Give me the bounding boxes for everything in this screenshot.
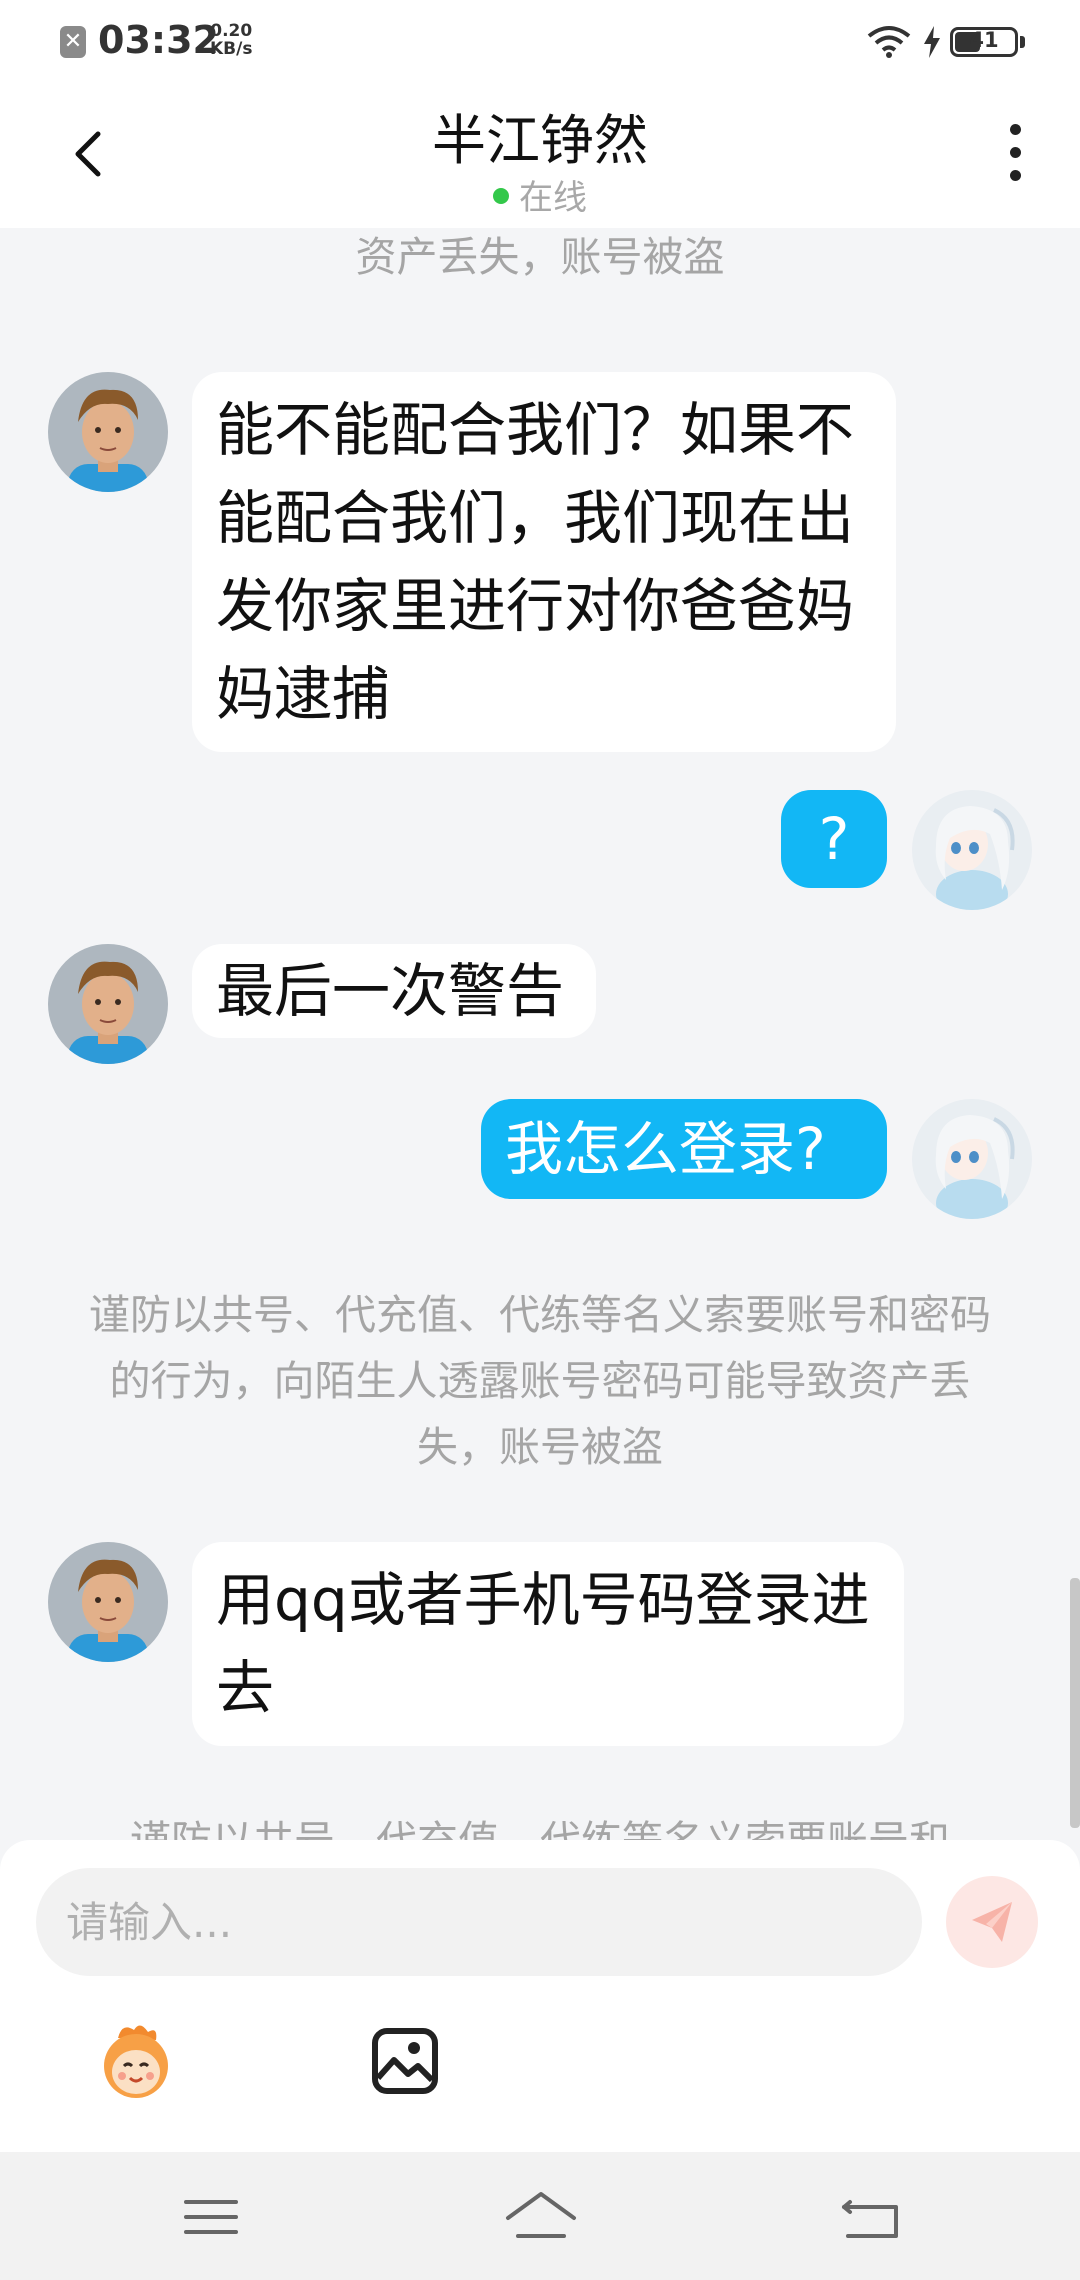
message-bubble-received[interactable]: 最后一次警告: [192, 944, 596, 1038]
my-avatar[interactable]: [912, 1099, 1032, 1219]
my-avatar-image: [912, 1099, 1032, 1219]
battery-icon: 41: [950, 27, 1018, 57]
my-avatar-image: [912, 790, 1032, 910]
close-notification-icon: ✕: [60, 26, 86, 58]
network-speed-value: 0.20: [210, 21, 253, 41]
nav-menu-button[interactable]: [166, 2182, 256, 2252]
system-nav-bar: [0, 2152, 1080, 2280]
more-options-button[interactable]: [1000, 124, 1030, 188]
contact-avatar-image: [48, 944, 168, 1064]
send-button[interactable]: [946, 1876, 1038, 1968]
message-bubble-received[interactable]: 用qq或者手机号码登录进去: [192, 1542, 904, 1746]
emoji-icon: [104, 2025, 168, 2098]
system-notice-partial: 资产丢失，账号被盗: [355, 233, 725, 281]
online-status-label: 在线: [519, 178, 587, 218]
status-time: 03:32: [98, 18, 219, 62]
scrollbar[interactable]: [1070, 1578, 1080, 1828]
wifi-icon: [867, 26, 911, 58]
system-notice: 谨防以共号、代充值、代练等名义索要账号和密码的行为，向陌生人透露账号密码可能导致…: [89, 1291, 991, 1471]
status-bar: ✕ 03:32 0.20 KB/s 41: [0, 0, 1080, 82]
input-area: [0, 1840, 1080, 2152]
message-input[interactable]: [36, 1868, 922, 1976]
image-button[interactable]: [370, 2026, 440, 2096]
message-bubble-received[interactable]: 能不能配合我们？如果不能配合我们，我们现在出发你家里进行对你爸爸妈妈逮捕: [192, 372, 896, 752]
message-bubble-sent[interactable]: 我怎么登录?: [481, 1099, 887, 1199]
contact-avatar-image: [48, 1542, 168, 1662]
nav-back-button[interactable]: [826, 2182, 916, 2252]
online-dot-icon: [493, 187, 509, 204]
contact-name: 半江铮然: [432, 109, 648, 172]
message-bubble-sent[interactable]: ?: [781, 790, 887, 888]
contact-avatar[interactable]: [48, 372, 168, 492]
chat-header: 半江铮然 在线: [0, 82, 1080, 228]
battery-cap: [1020, 36, 1025, 48]
home-icon: [506, 2192, 576, 2238]
contact-avatar-image: [48, 372, 168, 492]
send-icon: [972, 1902, 1012, 1942]
back-icon: [842, 2200, 898, 2238]
contact-avatar[interactable]: [48, 1542, 168, 1662]
charging-icon: [924, 26, 940, 58]
chat-area[interactable]: 资产丢失，账号被盗 能不能配合我们？如果不能配合我们，我们现在出发你家里进行对你…: [0, 228, 1080, 1840]
system-notice-partial: 谨防以共号、代充值、代练等名义索要账号和: [70, 1808, 1010, 1840]
network-speed-unit: KB/s: [210, 39, 253, 59]
contact-avatar[interactable]: [48, 944, 168, 1064]
battery-level: 41: [969, 28, 999, 52]
menu-icon: [184, 2200, 238, 2234]
image-icon: [372, 2028, 438, 2094]
emoji-button[interactable]: [88, 2020, 184, 2100]
my-avatar[interactable]: [912, 790, 1032, 910]
nav-home-button[interactable]: [496, 2182, 586, 2252]
online-status: 在线: [0, 170, 1080, 219]
network-speed: 0.20 KB/s: [210, 22, 252, 58]
